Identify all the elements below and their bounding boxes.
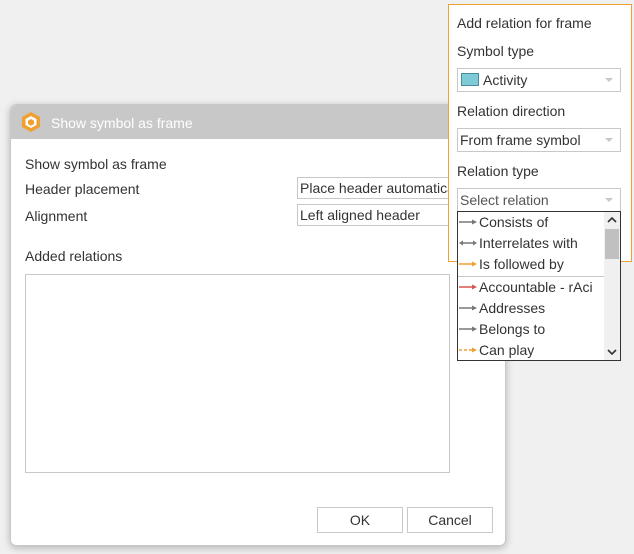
scroll-down-icon[interactable] xyxy=(607,347,617,357)
arrow-gray-icon xyxy=(459,219,477,225)
relation-option-label: Addresses xyxy=(479,300,546,316)
chevron-down-icon xyxy=(605,198,613,202)
dropdown-scrollbar[interactable] xyxy=(604,212,620,360)
alignment-label: Alignment xyxy=(25,208,88,224)
relation-option[interactable]: Is followed by xyxy=(458,254,604,275)
relation-option-label: Belongs to xyxy=(479,321,546,337)
chevron-down-icon xyxy=(605,138,613,142)
show-symbol-as-frame-dialog: Show symbol as frame Show symbol as fram… xyxy=(10,104,506,546)
relation-type-dropdown[interactable]: Consists of Interrelates with Is followed … xyxy=(457,211,621,361)
arrow-orange-icon xyxy=(459,261,477,267)
symbol-type-label: Symbol type xyxy=(457,43,535,59)
app-logo-icon xyxy=(22,112,40,132)
relation-option[interactable]: Accountable - rAci xyxy=(458,277,604,298)
relation-option[interactable]: Belongs to xyxy=(458,319,604,340)
relation-option[interactable]: Consists of xyxy=(458,212,604,233)
dashed-arrow-orange-icon xyxy=(459,347,477,353)
relation-direction-select[interactable]: From frame symbol xyxy=(457,128,621,152)
relation-option[interactable]: Interrelates with xyxy=(458,233,604,254)
chevron-down-icon xyxy=(605,78,613,82)
relation-option-label: Can play xyxy=(479,342,535,358)
dialog-titlebar[interactable]: Show symbol as frame xyxy=(11,105,505,139)
symbol-type-value: Activity xyxy=(483,72,528,88)
arrow-gray-icon xyxy=(459,305,477,311)
show-symbol-label: Show symbol as frame xyxy=(25,156,167,172)
dialog-title: Show symbol as frame xyxy=(51,115,193,131)
scroll-up-icon[interactable] xyxy=(607,215,617,225)
activity-icon xyxy=(461,73,479,86)
arrow-gray-icon xyxy=(459,326,477,332)
header-placement-select[interactable]: Place header automatically xyxy=(297,177,457,199)
arrow-red-icon xyxy=(459,284,477,290)
relation-type-placeholder: Select relation xyxy=(460,192,549,208)
added-relations-list[interactable] xyxy=(25,274,450,473)
relation-option[interactable]: Can play xyxy=(458,340,604,360)
relation-direction-label: Relation direction xyxy=(457,103,566,119)
relation-option-label: Accountable - rAci xyxy=(479,279,593,295)
cancel-button[interactable]: Cancel xyxy=(407,507,493,533)
relation-option-label: Is followed by xyxy=(479,256,564,272)
double-arrow-gray-icon xyxy=(459,240,477,246)
relation-type-label: Relation type xyxy=(457,163,539,179)
panel-title: Add relation for frame xyxy=(457,15,592,31)
added-relations-label: Added relations xyxy=(25,248,123,264)
relation-type-select[interactable]: Select relation xyxy=(457,188,621,212)
ok-button[interactable]: OK xyxy=(317,507,403,533)
relation-option[interactable]: Addresses xyxy=(458,298,604,319)
dropdown-separator xyxy=(458,276,604,277)
header-placement-label: Header placement xyxy=(25,181,140,197)
symbol-type-select[interactable]: Activity xyxy=(457,68,621,92)
scrollbar-thumb[interactable] xyxy=(605,229,619,259)
relation-option-label: Consists of xyxy=(479,214,549,230)
relation-option-label: Interrelates with xyxy=(479,235,578,251)
relation-direction-value: From frame symbol xyxy=(460,132,581,148)
alignment-select[interactable]: Left aligned header xyxy=(297,204,457,226)
